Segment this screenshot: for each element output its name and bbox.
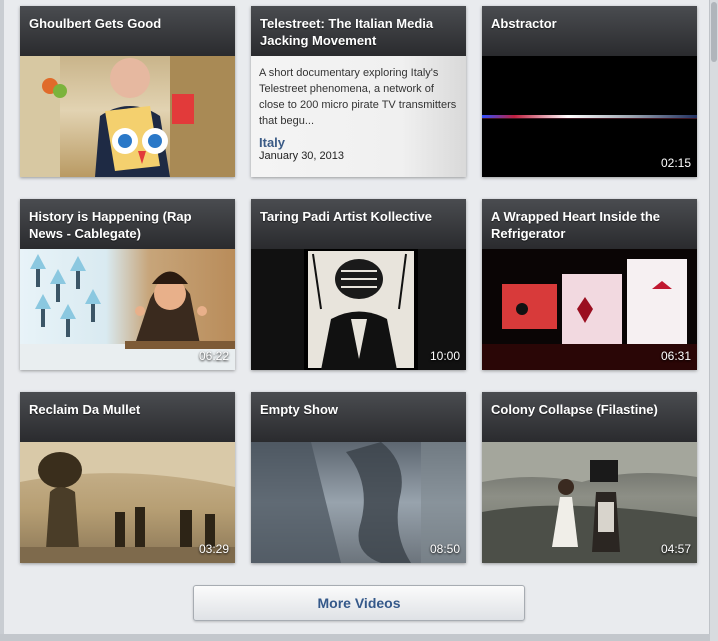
video-card-telestreet[interactable]: Telestreet: The Italian Media Jacking Mo… [251, 6, 466, 177]
video-description: A short documentary exploring Italy's Te… [259, 67, 457, 127]
video-duration: 06:31 [660, 349, 691, 363]
video-thumbnail: 08:50 [251, 442, 466, 563]
video-date: January 30, 2013 [259, 150, 345, 162]
video-title: Abstractor [482, 6, 697, 56]
more-videos-button[interactable]: More Videos [193, 585, 525, 621]
video-duration: 06:22 [198, 349, 229, 363]
video-title: Colony Collapse (Filastine) [482, 392, 697, 442]
video-card-reclaim-da-mullet[interactable]: Reclaim Da Mullet 03:29 [20, 392, 235, 563]
video-description-overlay: A short documentary exploring Italy's Te… [251, 56, 466, 177]
video-card-taring-padi[interactable]: Taring Padi Artist Kollective 10:00 [251, 199, 466, 370]
video-title: Taring Padi Artist Kollective [251, 199, 466, 249]
video-title: Ghoulbert Gets Good [20, 6, 235, 56]
video-title: Reclaim Da Mullet [20, 392, 235, 442]
video-thumbnail: 06:31 [482, 249, 697, 370]
video-tag-link[interactable]: Italy [259, 135, 458, 150]
video-thumbnail [20, 56, 235, 177]
video-title: Empty Show [251, 392, 466, 442]
video-duration: 02:15 [660, 156, 691, 170]
video-thumbnail: 02:15 [482, 56, 697, 177]
video-title: Telestreet: The Italian Media Jacking Mo… [251, 6, 466, 56]
video-card-history-is-happening[interactable]: History is Happening (Rap News - Cablega… [20, 199, 235, 370]
video-thumbnail: 04:57 [482, 442, 697, 563]
video-duration: 04:57 [660, 542, 691, 556]
video-card-wrapped-heart[interactable]: A Wrapped Heart Inside the Refrigerator … [482, 199, 697, 370]
video-duration: 10:00 [429, 349, 460, 363]
video-card-colony-collapse[interactable]: Colony Collapse (Filastine) 04:57 [482, 392, 697, 563]
video-thumbnail: 06:22 [20, 249, 235, 370]
video-thumbnail: 03:29 [20, 442, 235, 563]
video-card-ghoulbert[interactable]: Ghoulbert Gets Good [20, 6, 235, 177]
scrollbar[interactable] [710, 0, 718, 641]
video-thumbnail: 10:00 [251, 249, 466, 370]
video-title: History is Happening (Rap News - Cablega… [20, 199, 235, 249]
video-card-empty-show[interactable]: Empty Show 08:50 [251, 392, 466, 563]
video-title: A Wrapped Heart Inside the Refrigerator [482, 199, 697, 249]
scroll-thumb[interactable] [711, 2, 717, 62]
video-duration: 03:29 [198, 542, 229, 556]
video-duration: 08:50 [429, 542, 460, 556]
video-card-abstractor[interactable]: Abstractor 02:15 [482, 6, 697, 177]
bottom-border [0, 634, 718, 641]
